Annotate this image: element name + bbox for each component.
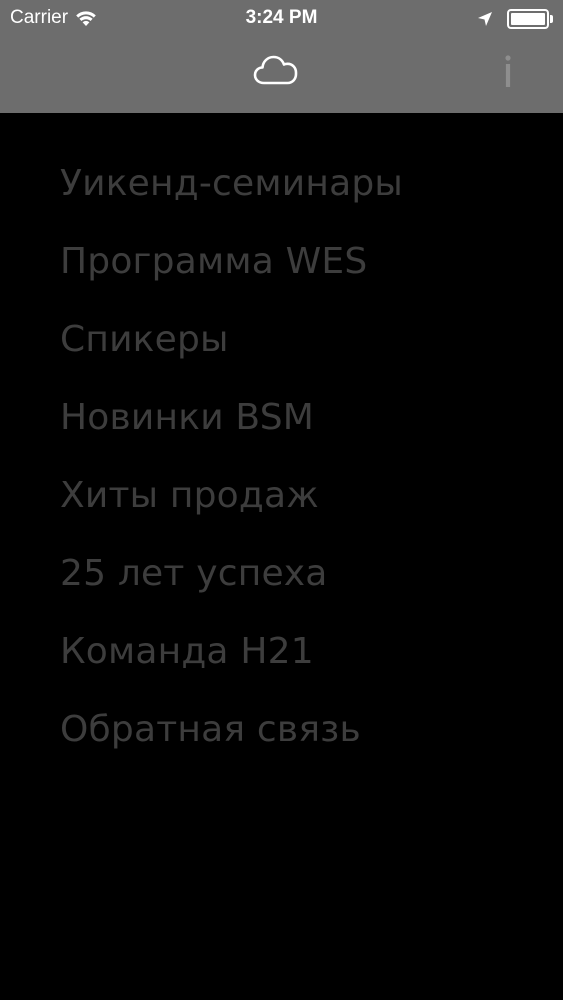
menu-item[interactable]: Команда H21 — [60, 616, 540, 694]
main-menu: Уикенд-семинары Программа WES Спикеры Новин… — [60, 148, 540, 772]
info-icon — [505, 55, 511, 87]
menu-item[interactable]: Новинки BSM — [60, 382, 540, 460]
menu-item[interactable]: Хиты продаж — [60, 460, 540, 538]
battery-body — [507, 9, 549, 29]
menu-item[interactable]: Программа WES — [60, 226, 540, 304]
cloud-button[interactable] — [249, 50, 303, 90]
top-bar: Carrier 3:24 PM — [0, 0, 563, 113]
nav-bar — [0, 38, 563, 113]
cloud-icon — [253, 55, 298, 85]
battery-tip — [550, 15, 553, 23]
battery-icon — [507, 9, 553, 29]
app-screen: Carrier 3:24 PM Уикенд-семинары Программ… — [0, 0, 563, 1000]
battery-fill — [511, 13, 545, 25]
menu-item[interactable]: Уикенд-семинары — [60, 148, 540, 226]
menu-item[interactable]: 25 лет успеха — [60, 538, 540, 616]
status-right — [477, 9, 553, 29]
menu-item[interactable]: Спикеры — [60, 304, 540, 382]
menu-item[interactable]: Обратная связь — [60, 694, 540, 772]
info-button[interactable] — [493, 48, 523, 94]
status-bar: Carrier 3:24 PM — [0, 0, 563, 38]
location-arrow-icon — [478, 12, 492, 26]
